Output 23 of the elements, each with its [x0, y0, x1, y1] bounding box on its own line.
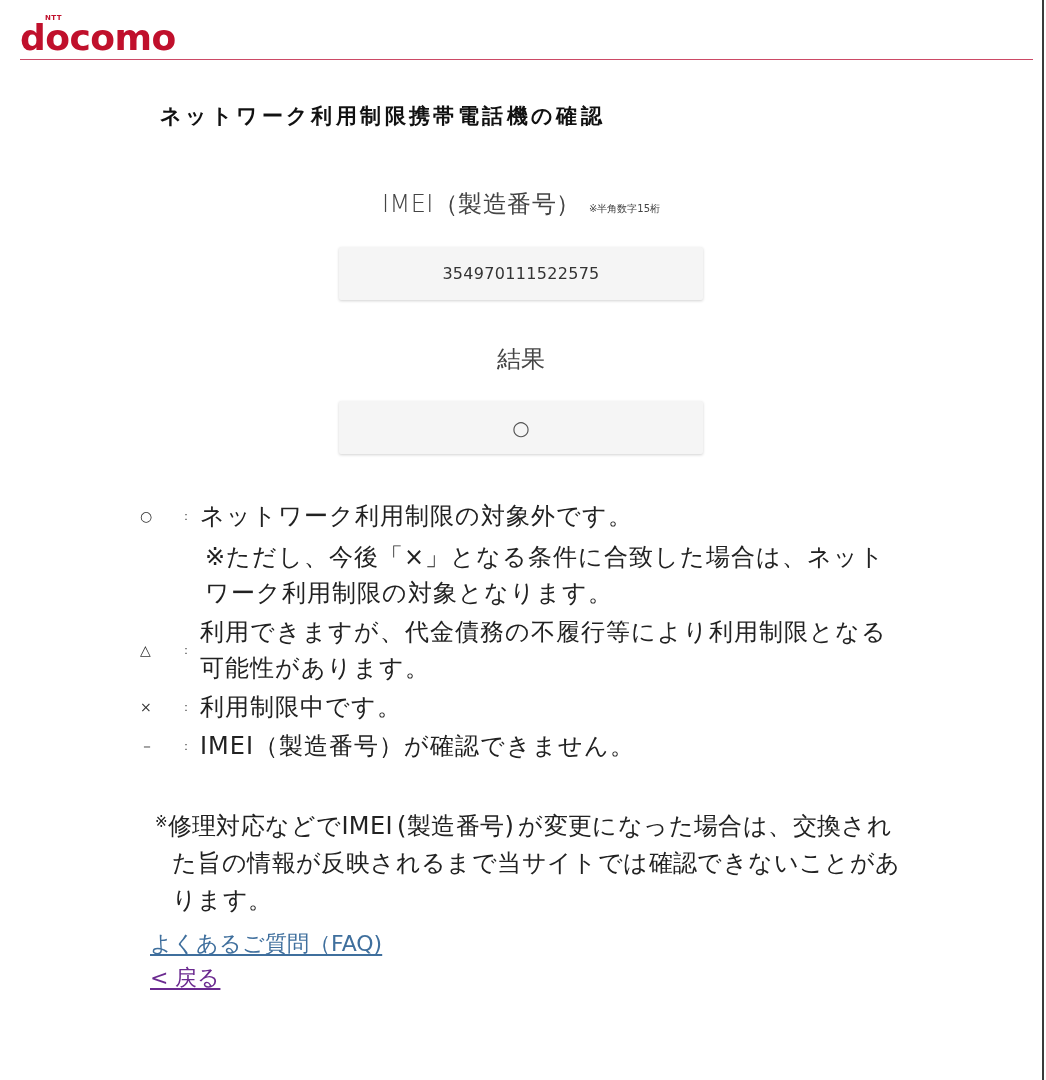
legend-symbol: ○	[140, 507, 153, 526]
legend-text: 利用制限中です。	[200, 692, 403, 723]
legend-separator: ：	[180, 699, 192, 716]
imei-hint: ※半角数字15桁	[588, 203, 661, 215]
faq-link[interactable]: よくあるご質問（FAQ)	[150, 927, 383, 961]
legend-note: ※ただし、今後「×」となる条件に合致した場合は、ネットワーク利用制限の対象となります。	[205, 542, 887, 609]
legend-separator: ：	[180, 508, 192, 525]
legend-separator: ：	[180, 738, 192, 755]
result-label: 結果	[496, 344, 546, 375]
page-title: ネットワーク利用制限携帯電話機の確認	[160, 103, 606, 130]
imei-label: IMEI（製造番号）	[381, 189, 581, 220]
back-link[interactable]: < 戻る	[150, 961, 221, 995]
legend-symbol: －	[140, 737, 154, 756]
legend-symbol: ×	[140, 698, 152, 717]
legend-text: ネットワーク利用制限の対象外です。	[200, 501, 634, 532]
result-field: ○	[339, 401, 703, 454]
footnote-text: $^{※}$修理対応などでIMEI (製造番号) が変更になった場合は、交換された旨の情報が反映されるまで当サイトでは確認できないことがあります。	[154, 811, 902, 916]
imei-field: 354970111522575	[339, 247, 703, 300]
legend-symbol: △	[140, 641, 151, 660]
legend-text: 利用できますが、代金債務の不履行等により利用制限となる可能性があります。	[200, 617, 888, 684]
logo-wordmark[interactable]: docomo	[20, 22, 176, 53]
legend-separator: ：	[180, 642, 192, 659]
legend-text: IMEI（製造番号）が確認できません。	[200, 731, 637, 762]
